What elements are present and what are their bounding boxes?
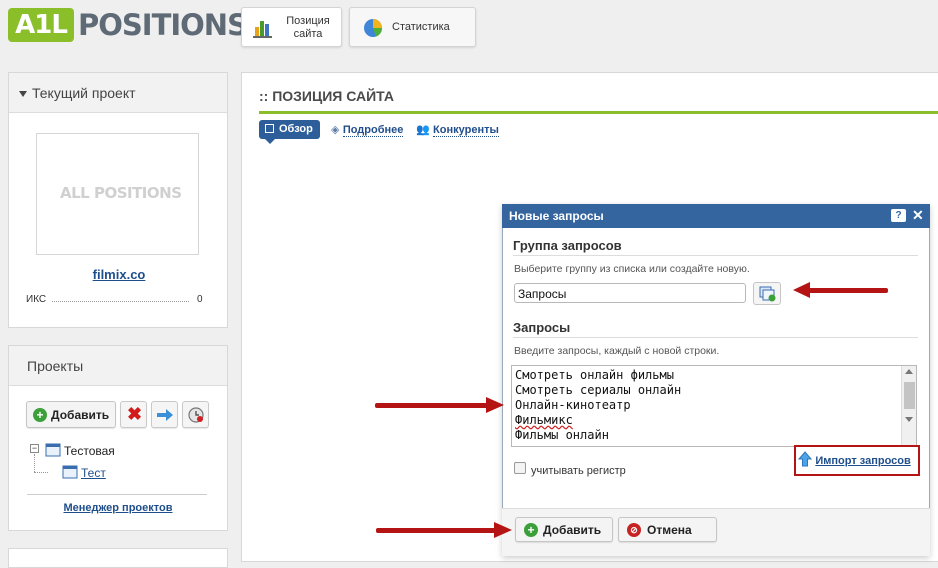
annotation-arrow-shaft: [808, 288, 888, 293]
button-label: Добавить: [51, 408, 110, 422]
folder-windows-icon: [45, 443, 61, 457]
pie-chart-icon: [364, 19, 382, 37]
panel-title: Текущий проект: [32, 85, 136, 101]
close-icon[interactable]: ✕: [912, 207, 924, 224]
thumbnail-logo-text: ALL POSITIONS: [60, 184, 182, 202]
add-group-button[interactable]: [753, 282, 781, 305]
queries-textarea[interactable]: Смотреть онлайн фильмы Смотреть сериалы …: [511, 365, 917, 447]
case-label: учитывать регистр: [531, 465, 626, 477]
dialog-add-button[interactable]: + Добавить: [515, 517, 613, 542]
annotation-arrow-right-head: [486, 397, 504, 413]
annotation-arrow-shaft: [375, 403, 488, 408]
current-project-header[interactable]: Текущий проект: [9, 73, 227, 113]
button-label: Добавить: [543, 523, 602, 537]
scroll-thumb[interactable]: [904, 382, 915, 409]
delete-x-icon: ✖: [127, 404, 143, 424]
query-line: Фильмы онлайн: [515, 428, 609, 442]
project-window-icon: [62, 465, 78, 479]
users-icon: 👥: [416, 124, 430, 136]
tab-label: Подробнее: [342, 124, 404, 137]
projects-header: Проекты: [9, 346, 227, 386]
move-project-button[interactable]: [151, 401, 178, 428]
help-icon[interactable]: ?: [891, 209, 906, 222]
query-line: Онлайн-кинотеатр: [515, 398, 631, 412]
tab-label: Конкуренты: [433, 124, 499, 137]
collapse-triangle-icon: [19, 91, 27, 97]
tab-overview[interactable]: Обзор: [259, 120, 320, 139]
import-queries-link[interactable]: Импорт запросов: [797, 451, 911, 467]
nav-statistics[interactable]: Статистика: [349, 7, 476, 47]
diamond-icon: ◈: [331, 124, 340, 136]
tree-collapse-toggle[interactable]: −: [30, 444, 39, 453]
nav-label: Статистика: [392, 21, 450, 33]
queries-hint: Введите запросы, каждый с новой строки.: [514, 345, 720, 357]
scroll-down-icon[interactable]: [905, 417, 913, 422]
query-line: Фильмикс: [515, 413, 573, 427]
tab-label: Обзор: [279, 123, 313, 135]
textarea-scrollbar[interactable]: [901, 366, 916, 446]
project-site-link[interactable]: filmix.co: [9, 267, 229, 282]
metric-label: ИКС: [26, 294, 47, 305]
logo-text: POSITIONS: [78, 8, 248, 42]
upload-arrow-icon: [797, 451, 813, 467]
dialog-titlebar: Новые запросы ? ✕: [502, 204, 930, 228]
queries-lines: Смотреть онлайн фильмы Смотреть сериалы …: [515, 368, 681, 443]
annotation-arrow-left-head: [793, 282, 810, 298]
add-group-icon: [759, 286, 776, 302]
bar-chart-icon: [253, 21, 272, 38]
divider: [27, 494, 207, 495]
title-underline: [259, 111, 938, 114]
overview-icon: [265, 124, 274, 133]
divider: [513, 337, 918, 338]
scroll-up-icon[interactable]: [905, 369, 913, 374]
cancel-icon: ⊘: [627, 523, 641, 537]
query-line: Смотреть онлайн фильмы: [515, 368, 674, 382]
logo-badge: A1L: [8, 8, 74, 42]
arrow-right-icon: [157, 409, 173, 421]
divider: [513, 255, 918, 256]
group-hint: Выберите группу из списка или создайте н…: [514, 263, 750, 275]
import-label: Импорт запросов: [815, 455, 911, 467]
history-project-button[interactable]: [182, 401, 209, 428]
group-input[interactable]: Запросы: [514, 283, 746, 303]
plus-icon: +: [524, 523, 538, 537]
add-project-button[interactable]: + Добавить: [26, 401, 116, 428]
tree-line: [34, 454, 35, 472]
tree-item-link[interactable]: Тест: [81, 466, 106, 480]
dialog-cancel-button[interactable]: ⊘ Отмена: [618, 517, 717, 542]
tab-details[interactable]: ◈ Подробнее: [331, 122, 404, 137]
clock-icon: [188, 407, 204, 423]
group-input-value: Запросы: [518, 287, 567, 301]
tree-group-label[interactable]: Тестовая: [64, 444, 115, 458]
current-project-panel: Текущий проект ALL POSITIONS filmix.co И…: [8, 72, 228, 328]
project-thumbnail: ALL POSITIONS: [36, 133, 199, 255]
nav-site-position[interactable]: Позиция сайта: [241, 7, 342, 47]
dotted-leader: [52, 301, 189, 302]
tab-competitors[interactable]: 👥 Конкуренты: [416, 122, 499, 137]
project-manager-link[interactable]: Менеджер проектов: [8, 502, 228, 514]
app-logo[interactable]: A1L POSITIONS: [8, 8, 248, 44]
queries-header: Запросы: [513, 320, 571, 335]
case-checkbox[interactable]: [514, 462, 526, 474]
annotation-arrow-shaft: [376, 528, 496, 533]
group-header: Группа запросов: [513, 238, 622, 253]
dialog-title: Новые запросы: [509, 209, 604, 223]
button-label: Отмена: [647, 523, 692, 537]
delete-project-button[interactable]: ✖: [120, 401, 147, 428]
annotation-arrow-right-head: [494, 522, 512, 538]
page-title: :: ПОЗИЦИЯ САЙТА: [259, 88, 394, 104]
plus-icon: +: [33, 408, 47, 422]
next-panel-edge: [8, 548, 228, 568]
nav-label: Позиция сайта: [286, 15, 330, 40]
metric-value: 0: [197, 294, 203, 305]
tree-line: [34, 472, 48, 473]
tab-pointer: [265, 139, 275, 144]
query-line: Смотреть сериалы онлайн: [515, 383, 682, 397]
